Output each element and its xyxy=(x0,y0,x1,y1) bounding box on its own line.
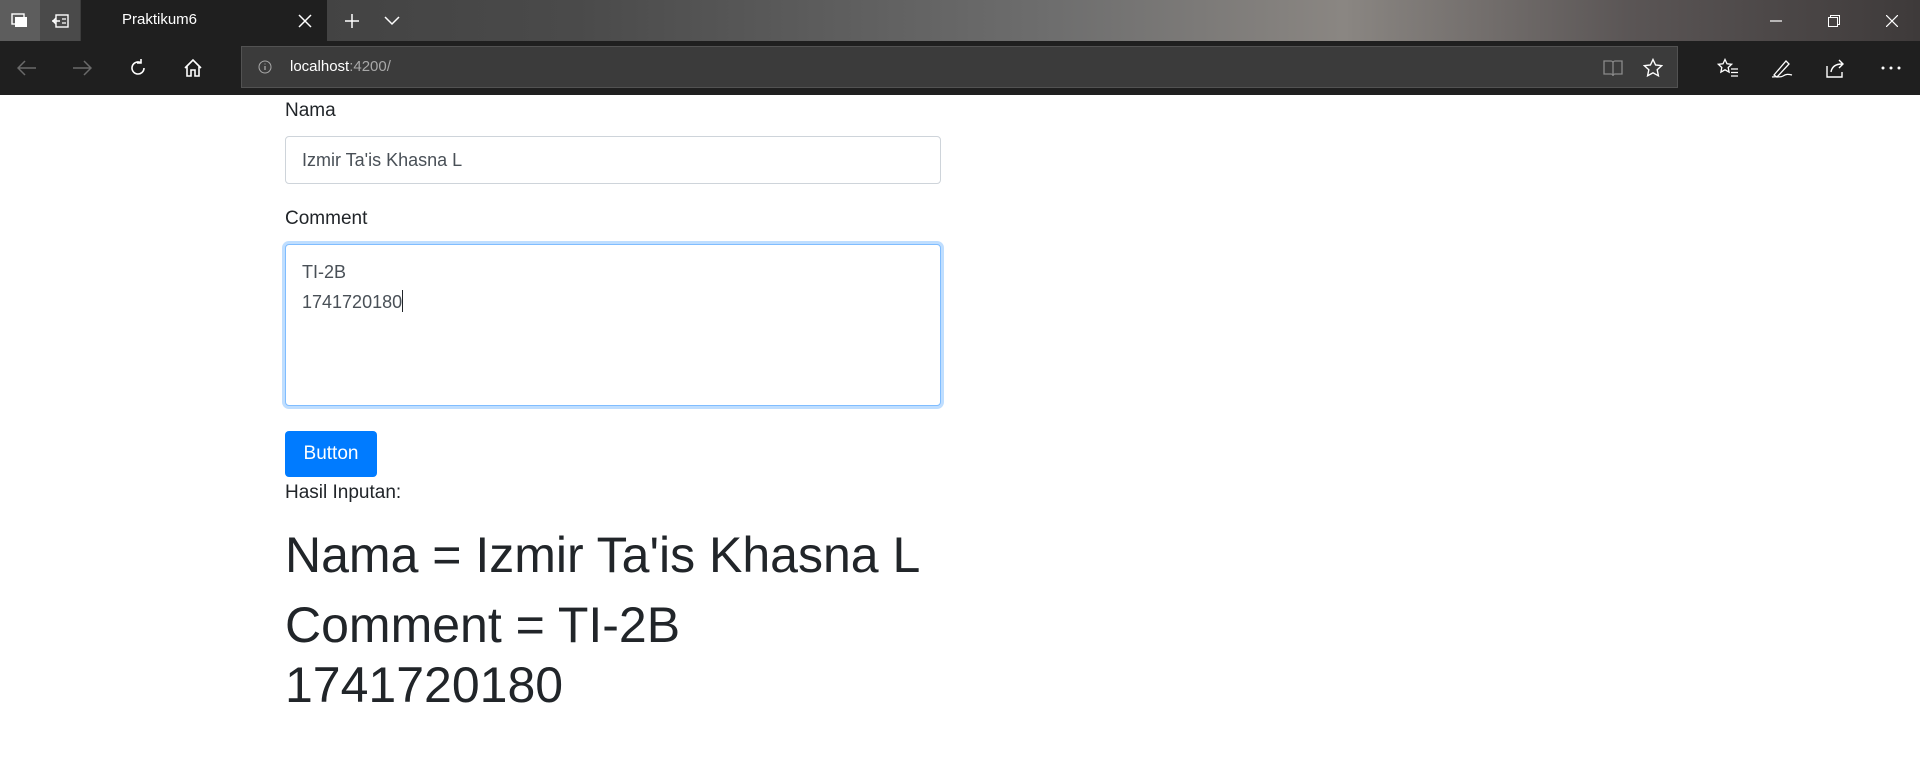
home-icon[interactable] xyxy=(179,54,207,82)
chevron-down-icon[interactable] xyxy=(380,9,404,33)
result-comment-prefix: Comment = xyxy=(285,597,558,653)
submit-button[interactable]: Button xyxy=(285,431,377,477)
comment-line-1: TI-2B xyxy=(302,262,347,282)
favorites-hub-icon[interactable] xyxy=(1714,54,1742,82)
active-tab[interactable]: Praktikum6 xyxy=(81,0,327,41)
result-comment-line-1: TI-2B xyxy=(557,597,681,653)
back-icon[interactable] xyxy=(13,54,41,82)
pen-icon[interactable] xyxy=(1768,54,1796,82)
comment-textarea[interactable]: TI-2B 1741720180 xyxy=(285,244,941,406)
nama-label: Nama xyxy=(285,100,336,121)
restore-icon[interactable] xyxy=(1806,0,1862,41)
info-icon[interactable] xyxy=(256,58,274,76)
address-bar[interactable]: localhost:4200/ xyxy=(241,46,1678,88)
close-tab-icon[interactable] xyxy=(293,9,317,33)
favorite-star-icon[interactable] xyxy=(1642,57,1664,79)
result-nama: Nama = Izmir Ta'is Khasna L xyxy=(285,525,920,585)
minimize-icon[interactable] xyxy=(1748,0,1804,41)
forward-icon[interactable] xyxy=(68,54,96,82)
result-comment-line-2: 1741720180 xyxy=(285,657,564,713)
comment-label: Comment xyxy=(285,208,368,229)
result-comment: Comment = TI-2B 1741720180 xyxy=(285,595,680,715)
reading-view-icon[interactable] xyxy=(1602,57,1624,79)
title-bar: Praktikum6 xyxy=(0,0,1920,41)
navigation-bar: localhost:4200/ xyxy=(0,41,1920,95)
comment-line-2: 1741720180 xyxy=(302,287,924,317)
set-tabs-aside-icon[interactable] xyxy=(40,0,80,41)
nama-input[interactable] xyxy=(285,136,941,184)
url-text[interactable]: localhost:4200/ xyxy=(290,58,391,75)
more-icon[interactable] xyxy=(1877,54,1905,82)
share-icon[interactable] xyxy=(1822,54,1850,82)
refresh-icon[interactable] xyxy=(124,54,152,82)
tab-title: Praktikum6 xyxy=(122,11,198,28)
url-host: localhost xyxy=(290,58,350,75)
result-heading: Hasil Inputan: xyxy=(285,482,402,503)
tab-actions-icon[interactable] xyxy=(0,0,40,41)
result-nama-prefix: Nama = xyxy=(285,527,476,583)
new-tab-icon[interactable] xyxy=(340,9,364,33)
result-nama-value: Izmir Ta'is Khasna L xyxy=(475,527,921,583)
text-caret xyxy=(402,290,404,312)
comment-line-2-text: 1741720180 xyxy=(302,292,403,312)
url-port: :4200/ xyxy=(349,58,391,75)
close-window-icon[interactable] xyxy=(1864,0,1920,41)
